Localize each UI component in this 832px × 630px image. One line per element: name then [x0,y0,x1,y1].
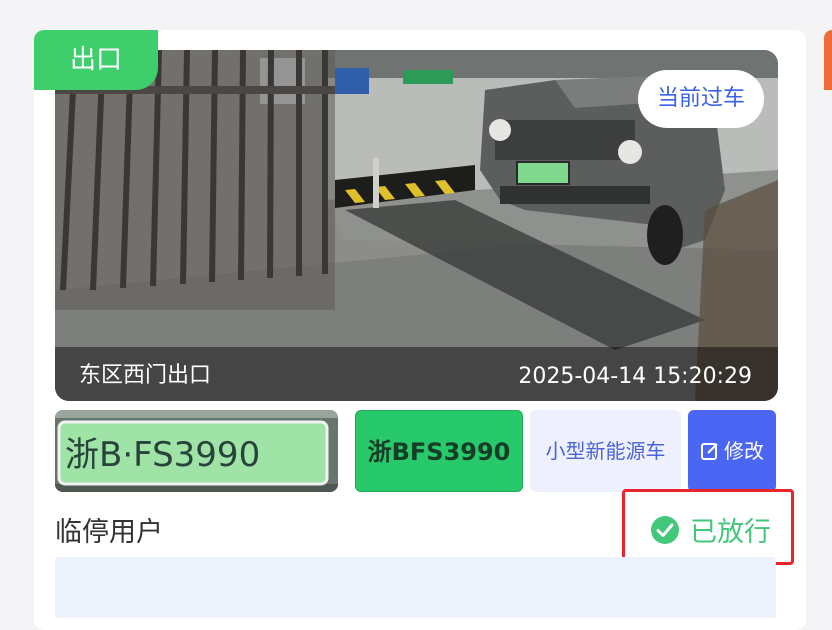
edit-button-label: 修改 [724,439,764,463]
plate-number-badge: 浙BFS3990 [355,410,523,492]
capture-photo[interactable]: 东区西门出口 2025-04-14 15:20:29 当前过车 [55,50,778,401]
edit-button[interactable]: 修改 [688,410,776,492]
user-type-label: 临停用户 [55,517,163,548]
edit-icon [701,443,718,460]
capture-timestamp: 2025-04-14 15:20:29 [518,364,752,389]
plate-crop-image[interactable]: 浙B·FS3990 [55,410,338,492]
plate-closeup-photo: 浙B·FS3990 [55,410,338,492]
photo-caption-bar: 东区西门出口 2025-04-14 15:20:29 [55,347,778,401]
plate-crop-text: 浙B·FS3990 [65,435,260,475]
direction-tag: 出口 [34,30,158,90]
gate-location: 东区西门出口 [79,363,212,388]
adjacent-card-edge [824,30,832,90]
info-panel [55,557,776,618]
vehicle-type-label: 小型新能源车 [530,410,681,492]
status-highlight-box [622,489,794,565]
current-pass-badge: 当前过车 [638,70,764,128]
